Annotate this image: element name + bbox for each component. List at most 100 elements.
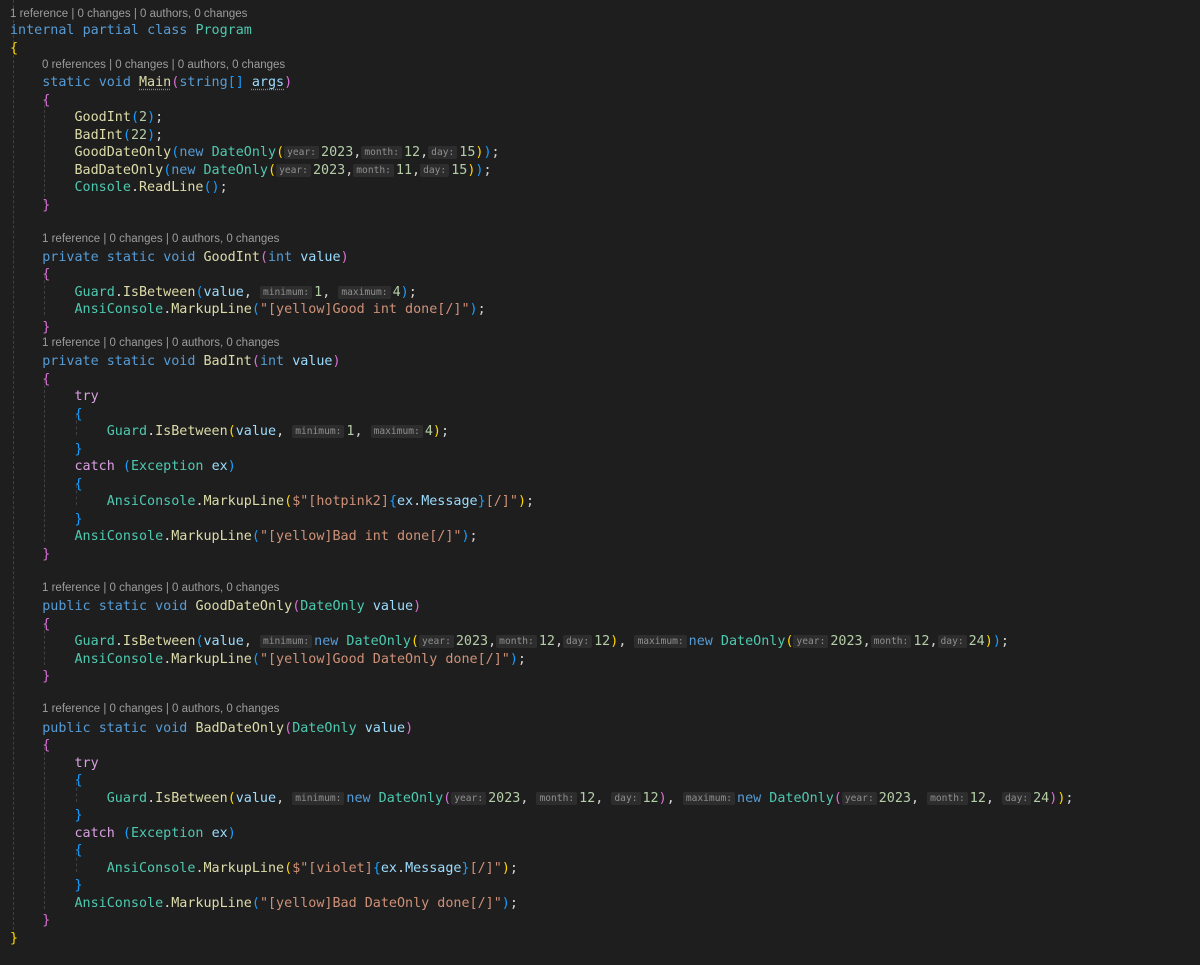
bracket-token: ) <box>227 826 236 841</box>
code-line[interactable]: { <box>10 266 50 283</box>
code-line[interactable]: AnsiConsole.MarkupLine("[yellow]Good int… <box>10 301 486 318</box>
keyword-token: partial <box>82 23 139 38</box>
bracket-token: { <box>42 617 51 632</box>
inlay-hint: year: <box>284 146 320 159</box>
code-line[interactable]: { <box>10 737 50 754</box>
type-name-token: DateOnly <box>346 634 411 649</box>
code-line[interactable]: private static void GoodInt(int value) <box>10 249 348 266</box>
code-line[interactable]: } <box>10 877 83 894</box>
code-line[interactable]: } <box>10 511 83 528</box>
inlay-hint: year: <box>451 792 487 805</box>
code-line[interactable]: Console.ReadLine(); <box>10 179 228 196</box>
method-name-token: MarkupLine <box>203 861 285 876</box>
code-line[interactable]: BadDateOnly(new DateOnly(year: 2023, month… <box>10 162 492 179</box>
number-token: 24 <box>1033 791 1050 806</box>
punctuation-token: . <box>195 861 204 876</box>
punctuation-token <box>244 75 252 90</box>
code-line[interactable]: { <box>10 40 18 57</box>
identifier-token: ex <box>211 826 228 841</box>
code-line[interactable]: { <box>10 92 50 109</box>
code-line[interactable]: { <box>10 772 83 789</box>
code-line[interactable]: static void Main(string[] args) <box>10 74 292 91</box>
code-line[interactable]: AnsiConsole.MarkupLine("[yellow]Good Dat… <box>10 651 526 668</box>
inlay-hint: month: <box>536 792 578 805</box>
punctuation-token <box>10 808 75 823</box>
code-line[interactable] <box>10 685 18 702</box>
code-line[interactable]: } <box>10 807 83 824</box>
code-line[interactable] <box>10 214 18 231</box>
codelens-bad-int[interactable]: 1 reference | 0 changes | 0 authors, 0 c… <box>42 336 279 350</box>
code-editor[interactable]: 1 reference | 0 changes | 0 authors, 0 c… <box>0 0 1200 965</box>
keyword-token: private <box>42 354 99 369</box>
code-line[interactable]: AnsiConsole.MarkupLine("[yellow]Bad int … <box>10 528 478 545</box>
code-line[interactable]: Guard.IsBetween(value, minimum: 1, maximu… <box>10 284 417 301</box>
code-line[interactable]: AnsiConsole.MarkupLine($"[hotpink2]{ex.M… <box>10 493 534 510</box>
type-name-token: Console <box>74 180 131 195</box>
code-line[interactable]: try <box>10 755 99 772</box>
code-line[interactable]: AnsiConsole.MarkupLine($"[violet]{ex.Mes… <box>10 860 518 877</box>
code-line[interactable]: } <box>10 441 83 458</box>
code-line[interactable]: BadInt(22); <box>10 127 164 144</box>
method-name-token: IsBetween <box>122 634 196 649</box>
punctuation-token <box>10 302 75 317</box>
punctuation-token <box>204 459 212 474</box>
punctuation-token <box>10 617 42 632</box>
keyword-token: static <box>106 354 156 369</box>
punctuation-token <box>10 512 75 527</box>
codelens-good-date-only[interactable]: 1 reference | 0 changes | 0 authors, 0 c… <box>42 581 279 595</box>
codelens-main[interactable]: 0 references | 0 changes | 0 authors, 0 … <box>42 58 285 72</box>
inlay-hint: minimum: <box>292 425 345 438</box>
code-line[interactable]: public static void GoodDateOnly(DateOnly… <box>10 598 421 615</box>
code-line[interactable]: Guard.IsBetween(value, minimum: new DateO… <box>10 633 1009 650</box>
code-line[interactable]: } <box>10 319 50 336</box>
code-line[interactable]: internal partial class Program <box>10 22 252 39</box>
code-line[interactable] <box>10 563 18 580</box>
punctuation-token <box>91 721 99 736</box>
code-line[interactable]: GoodInt(2); <box>10 109 164 126</box>
inlay-hint: minimum: <box>259 286 313 299</box>
code-line[interactable]: catch (Exception ex) <box>10 458 236 475</box>
punctuation-token: , <box>910 791 928 806</box>
codelens-bad-date-only[interactable]: 1 reference | 0 changes | 0 authors, 0 c… <box>42 702 279 716</box>
code-line[interactable]: Guard.IsBetween(value, minimum: new DateO… <box>10 790 1074 807</box>
codelens-good-int[interactable]: 1 reference | 0 changes | 0 authors, 0 c… <box>42 232 279 246</box>
punctuation-token <box>365 599 373 614</box>
code-line[interactable]: } <box>10 546 50 563</box>
punctuation-token <box>10 913 42 928</box>
code-line[interactable]: { <box>10 406 83 423</box>
method-name-token: IsBetween <box>155 791 228 806</box>
bracket-token: ( <box>195 634 204 649</box>
punctuation-token: , <box>353 145 362 160</box>
number-token: 2023 <box>312 163 346 178</box>
number-token: 2023 <box>830 634 863 649</box>
punctuation-token <box>10 669 42 684</box>
inlay-hint: month: <box>353 164 394 177</box>
code-line[interactable]: } <box>10 197 50 214</box>
punctuation-token: . <box>147 424 156 439</box>
code-line[interactable]: Guard.IsBetween(value, minimum: 1, maximu… <box>10 423 449 440</box>
bracket-token: { <box>42 93 51 108</box>
type-name-token: AnsiConsole <box>106 494 196 509</box>
string-token: [/]" <box>485 494 518 509</box>
code-line[interactable]: { <box>10 842 83 859</box>
code-line[interactable]: catch (Exception ex) <box>10 825 236 842</box>
bracket-token: ) <box>509 652 518 667</box>
code-line[interactable]: try <box>10 388 99 405</box>
identifier-token: value <box>300 250 341 265</box>
keyword-token: new <box>346 791 371 806</box>
code-line[interactable]: { <box>10 476 83 493</box>
code-line[interactable]: GoodDateOnly(new DateOnly(year: 2023, mont… <box>10 144 500 161</box>
code-line[interactable]: AnsiConsole.MarkupLine("[yellow]Bad Date… <box>10 895 518 912</box>
code-line[interactable]: { <box>10 616 50 633</box>
code-line[interactable]: { <box>10 371 50 388</box>
code-line[interactable]: } <box>10 912 50 929</box>
code-line[interactable]: private static void BadInt(int value) <box>10 353 340 370</box>
code-line[interactable]: } <box>10 930 18 947</box>
bracket-token: ( <box>251 529 260 544</box>
punctuation-token <box>155 250 163 265</box>
code-line[interactable]: } <box>10 668 50 685</box>
punctuation-token <box>10 721 42 736</box>
code-line[interactable]: public static void BadDateOnly(DateOnly … <box>10 720 413 737</box>
codelens-class[interactable]: 1 reference | 0 changes | 0 authors, 0 c… <box>10 7 247 21</box>
punctuation-token: , <box>862 634 871 649</box>
